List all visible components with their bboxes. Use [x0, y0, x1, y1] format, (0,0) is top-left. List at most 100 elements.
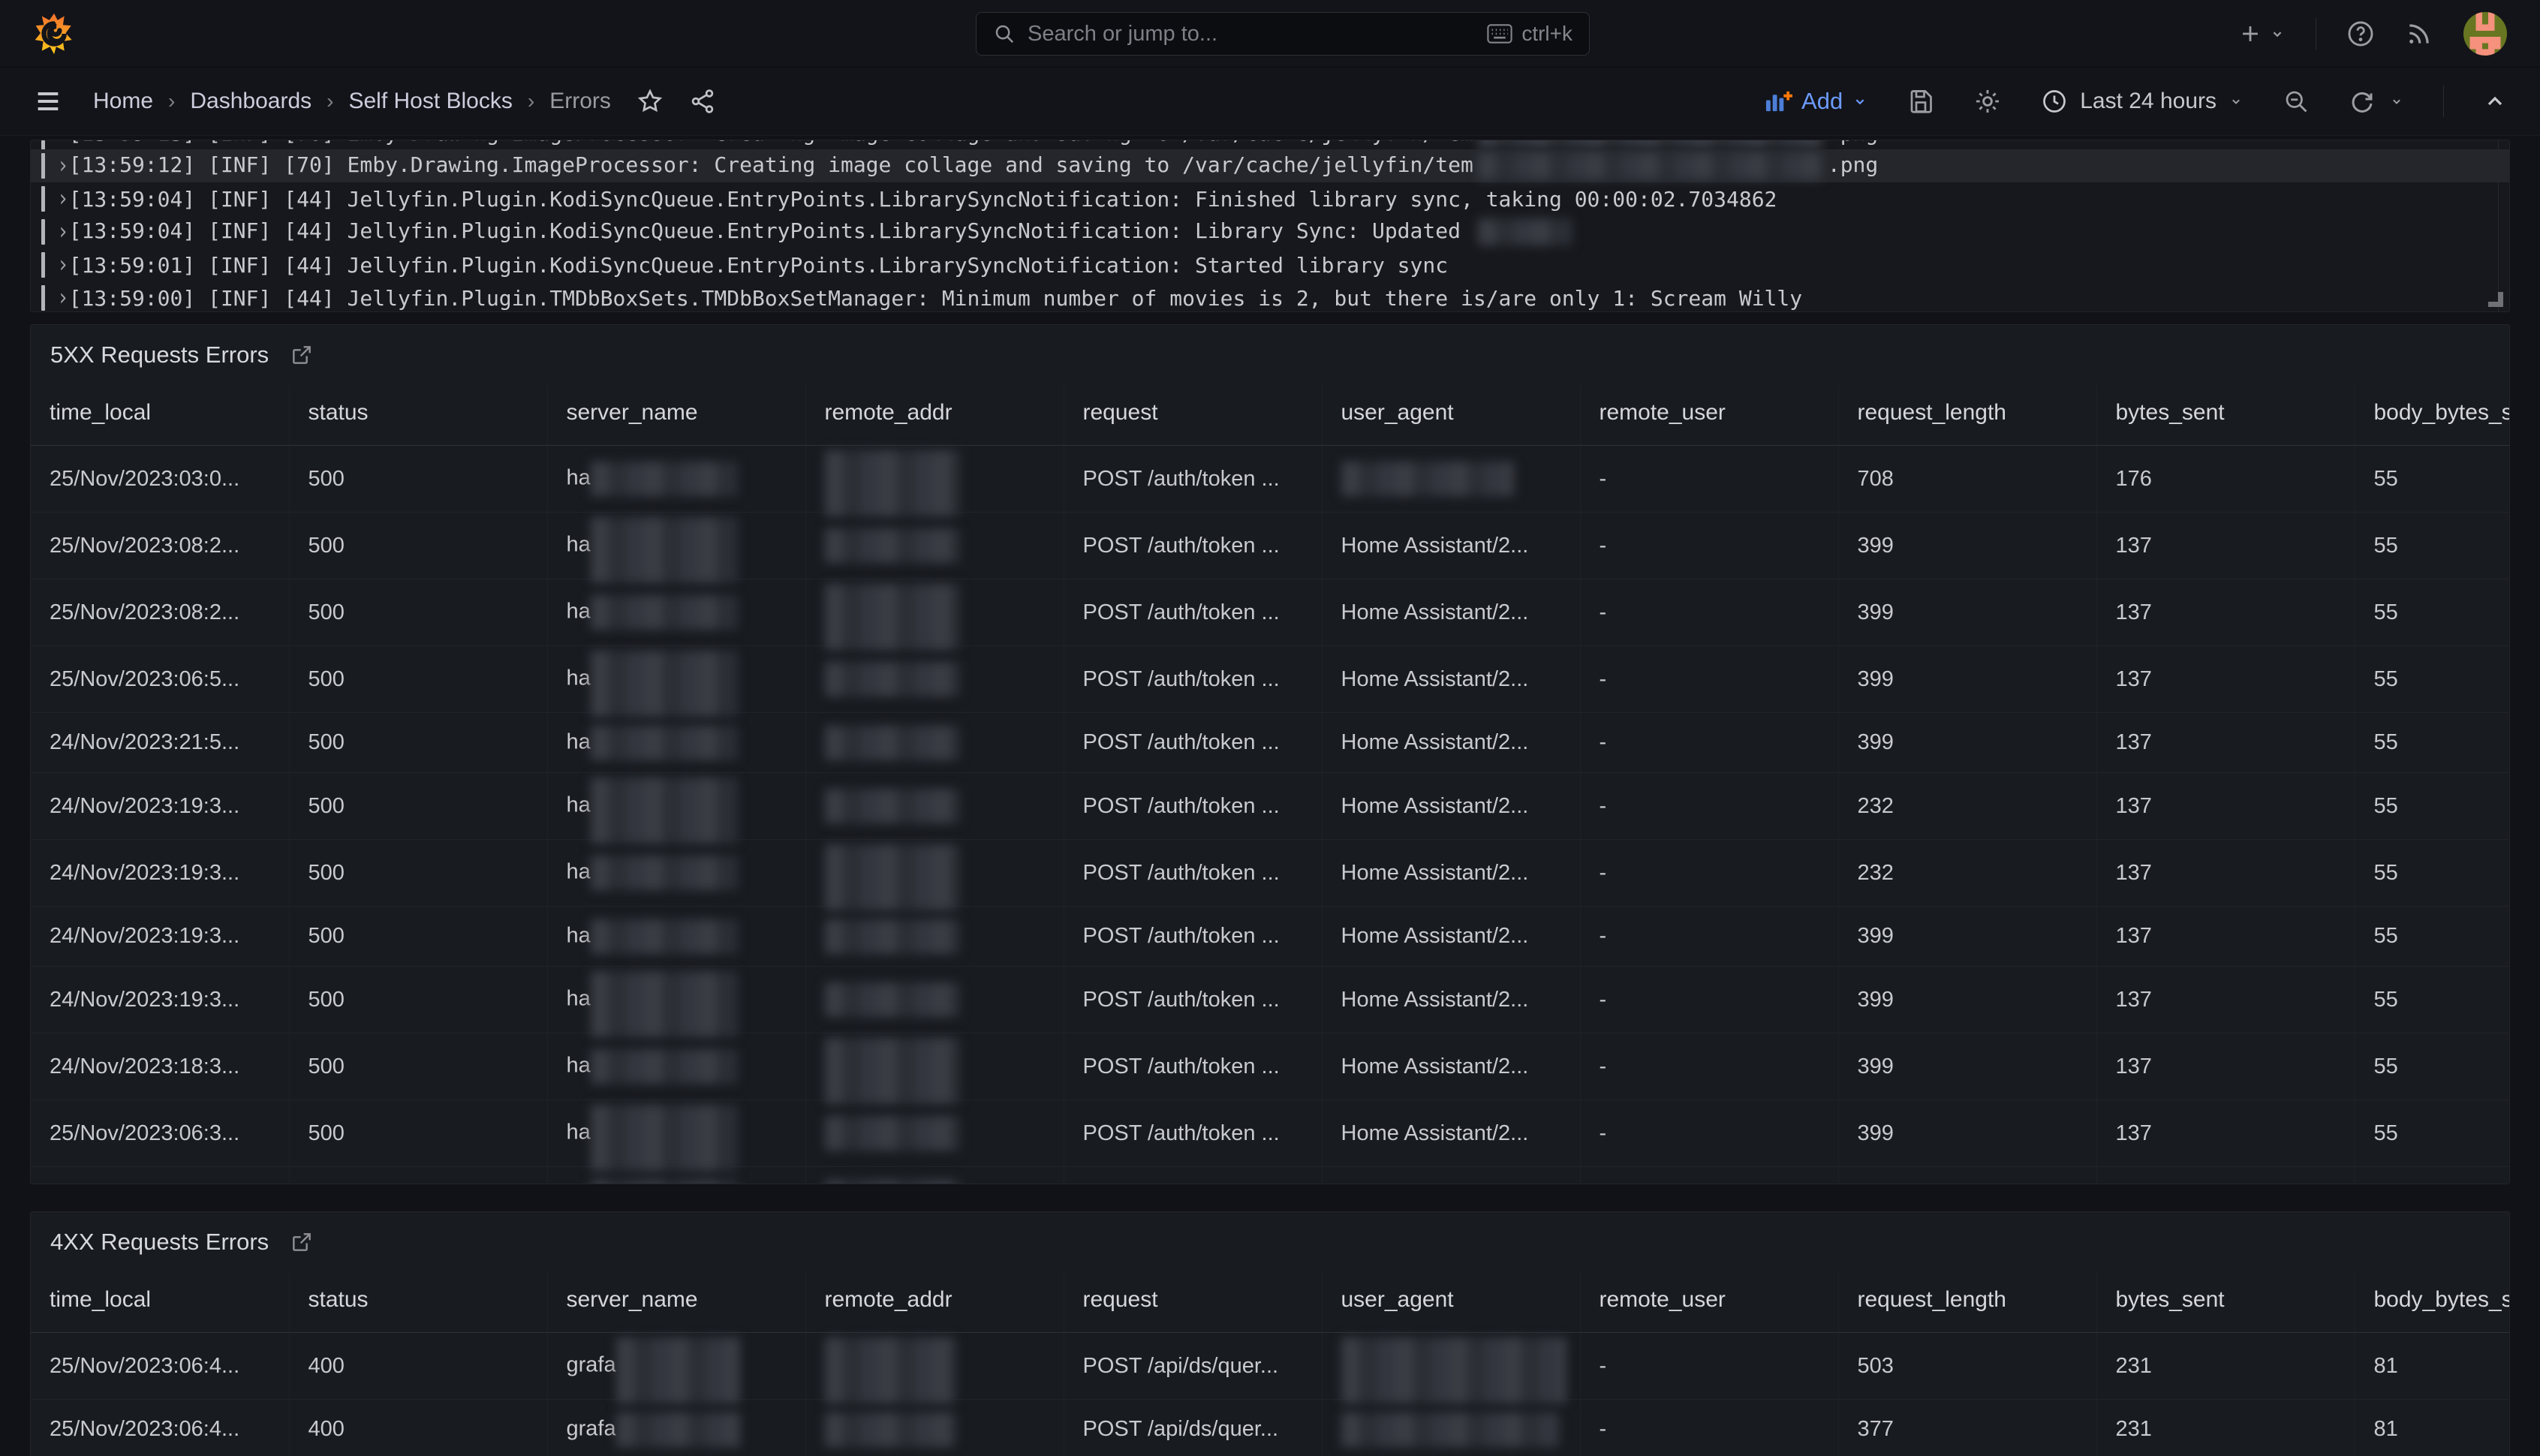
cell-request_length: 232	[1838, 840, 2096, 907]
breadcrumb-separator: ›	[327, 89, 333, 113]
log-expand-icon[interactable]: ›	[57, 140, 69, 148]
time-range-picker[interactable]: Last 24 hours	[2041, 88, 2244, 115]
breadcrumb-item-self-host-blocks[interactable]: Self Host Blocks	[348, 89, 512, 114]
share-button[interactable]	[689, 88, 716, 115]
log-message: [13:59:04] [INF] [44] Jellyfin.Plugin.Ko…	[69, 187, 1777, 212]
cell-status: 500	[289, 579, 547, 646]
collapse-toolbar-button[interactable]	[2483, 89, 2507, 113]
cell-bytes_sent: 137	[2096, 713, 2355, 773]
toolbar-right: Add	[1764, 86, 2507, 117]
table-4xx: time_localstatusserver_nameremote_addrre…	[31, 1272, 2510, 1456]
new-button[interactable]	[2238, 21, 2286, 47]
chevron-down-icon	[1852, 93, 1868, 110]
zoom-out-button[interactable]	[2283, 88, 2310, 115]
cell-body_bytes_sent: 81	[2355, 1333, 2510, 1400]
column-header-bytes_sent[interactable]: bytes_sent	[2096, 385, 2355, 446]
column-header-request[interactable]: request	[1064, 1272, 1322, 1333]
log-expand-icon[interactable]: ›	[57, 218, 69, 245]
column-header-status[interactable]: status	[289, 1272, 547, 1333]
log-expand-icon[interactable]: ›	[57, 284, 69, 311]
cell-body_bytes_sent: 55	[2355, 446, 2510, 513]
favorite-button[interactable]	[637, 88, 664, 115]
cell-body_bytes_sent: 55	[2355, 840, 2510, 907]
column-header-bytes_sent[interactable]: bytes_sent	[2096, 1272, 2355, 1333]
save-dashboard-button[interactable]	[1907, 88, 1934, 115]
help-button[interactable]	[2346, 20, 2375, 48]
column-header-user_agent[interactable]: user_agent	[1322, 1272, 1580, 1333]
log-row[interactable]: ›[13:59:13] [INF] [70] Emby.Drawing.Imag…	[31, 140, 2509, 149]
cell-server_name: ha	[547, 446, 805, 513]
user-avatar[interactable]	[2463, 12, 2507, 56]
redacted-text	[825, 1412, 956, 1447]
rss-icon	[2405, 20, 2433, 48]
logs-panel: ›[13:59:13] [INF] [70] Emby.Drawing.Imag…	[30, 140, 2510, 312]
grafana-logo-icon[interactable]	[33, 12, 77, 56]
column-header-body_bytes_sent[interactable]: body_bytes_sent	[2355, 1272, 2510, 1333]
breadcrumb-item-errors[interactable]: Errors	[549, 89, 611, 114]
cell-request: POST /auth/token ...	[1064, 1167, 1322, 1185]
redacted-text	[1341, 1337, 1566, 1403]
log-row[interactable]: ›[13:59:01] [INF] [44] Jellyfin.Plugin.K…	[31, 248, 2509, 281]
column-header-request_length[interactable]: request_length	[1838, 385, 2096, 446]
scrollbar[interactable]	[2498, 140, 2499, 311]
column-header-remote_addr[interactable]: remote_addr	[805, 1272, 1064, 1333]
external-link-icon[interactable]	[290, 1230, 314, 1254]
table-row: 24/Nov/2023:19:3...500haPOST /auth/token…	[31, 773, 2510, 840]
save-icon	[1907, 88, 1934, 115]
redacted-text	[825, 584, 960, 650]
log-row[interactable]: ›[13:59:04] [INF] [44] Jellyfin.Plugin.K…	[31, 182, 2509, 215]
column-header-request_length[interactable]: request_length	[1838, 1272, 2096, 1333]
cell-bytes_sent: 137	[2096, 907, 2355, 967]
log-row[interactable]: ›[13:59:00] [INF] [44] Jellyfin.Plugin.T…	[31, 281, 2509, 312]
panel-header[interactable]: 4XX Requests Errors	[31, 1212, 2509, 1272]
cell-status: 500	[289, 446, 547, 513]
column-header-server_name[interactable]: server_name	[547, 1272, 805, 1333]
column-header-time_local[interactable]: time_local	[31, 385, 289, 446]
log-level-bar	[41, 219, 45, 245]
redacted-text	[1478, 218, 1572, 245]
chevron-down-icon[interactable]	[2389, 94, 2404, 109]
panel-resize-handle[interactable]	[2488, 292, 2503, 307]
cell-request: POST /auth/token ...	[1064, 446, 1322, 513]
log-expand-icon[interactable]: ›	[57, 185, 69, 212]
cell-status: 500	[289, 1167, 547, 1185]
external-link-icon[interactable]	[290, 343, 314, 367]
column-header-status[interactable]: status	[289, 385, 547, 446]
column-header-time_local[interactable]: time_local	[31, 1272, 289, 1333]
refresh-button[interactable]	[2349, 88, 2376, 115]
column-header-remote_addr[interactable]: remote_addr	[805, 385, 1064, 446]
redacted-text	[591, 726, 737, 760]
column-header-server_name[interactable]: server_name	[547, 385, 805, 446]
dashboard-settings-button[interactable]	[1973, 87, 2002, 116]
cell-server_name: ha	[547, 513, 805, 579]
menu-button[interactable]	[33, 86, 63, 116]
cell-status: 500	[289, 907, 547, 967]
log-expand-icon[interactable]: ›	[57, 152, 69, 179]
log-expand-icon[interactable]: ›	[57, 251, 69, 278]
cell-request_length: 399	[1838, 579, 2096, 646]
redacted-text	[1478, 152, 1823, 179]
log-row[interactable]: ›[13:59:04] [INF] [44] Jellyfin.Plugin.K…	[31, 215, 2509, 248]
column-header-remote_user[interactable]: remote_user	[1580, 385, 1838, 446]
column-header-remote_user[interactable]: remote_user	[1580, 1272, 1838, 1333]
cell-time_local: 25/Nov/2023:06:5...	[31, 646, 289, 713]
breadcrumb-item-home[interactable]: Home	[93, 89, 153, 114]
column-header-body_bytes_sent[interactable]: body_bytes_sent	[2355, 385, 2510, 446]
table-header-row: time_localstatusserver_nameremote_addrre…	[31, 385, 2510, 446]
news-button[interactable]	[2405, 20, 2433, 48]
breadcrumb-item-dashboards[interactable]: Dashboards	[190, 89, 311, 114]
column-header-user_agent[interactable]: user_agent	[1322, 385, 1580, 446]
add-panel-button[interactable]: Add	[1764, 88, 1868, 115]
cell-bytes_sent: 231	[2096, 1400, 2355, 1456]
column-header-request[interactable]: request	[1064, 385, 1322, 446]
cell-request: POST /auth/token ...	[1064, 713, 1322, 773]
log-row[interactable]: ›[13:59:12] [INF] [70] Emby.Drawing.Imag…	[31, 149, 2509, 182]
search-input[interactable]: Search or jump to... ctrl+k	[976, 12, 1590, 56]
share-icon	[689, 88, 716, 115]
panel-header[interactable]: 5XX Requests Errors	[31, 325, 2509, 385]
cell-remote_user: -	[1580, 1100, 1838, 1167]
cell-bytes_sent: 137	[2096, 513, 2355, 579]
cell-request_length: 377	[1838, 1400, 2096, 1456]
cell-time_local: 25/Nov/2023:06:4...	[31, 1400, 289, 1456]
cell-remote_user: -	[1580, 713, 1838, 773]
